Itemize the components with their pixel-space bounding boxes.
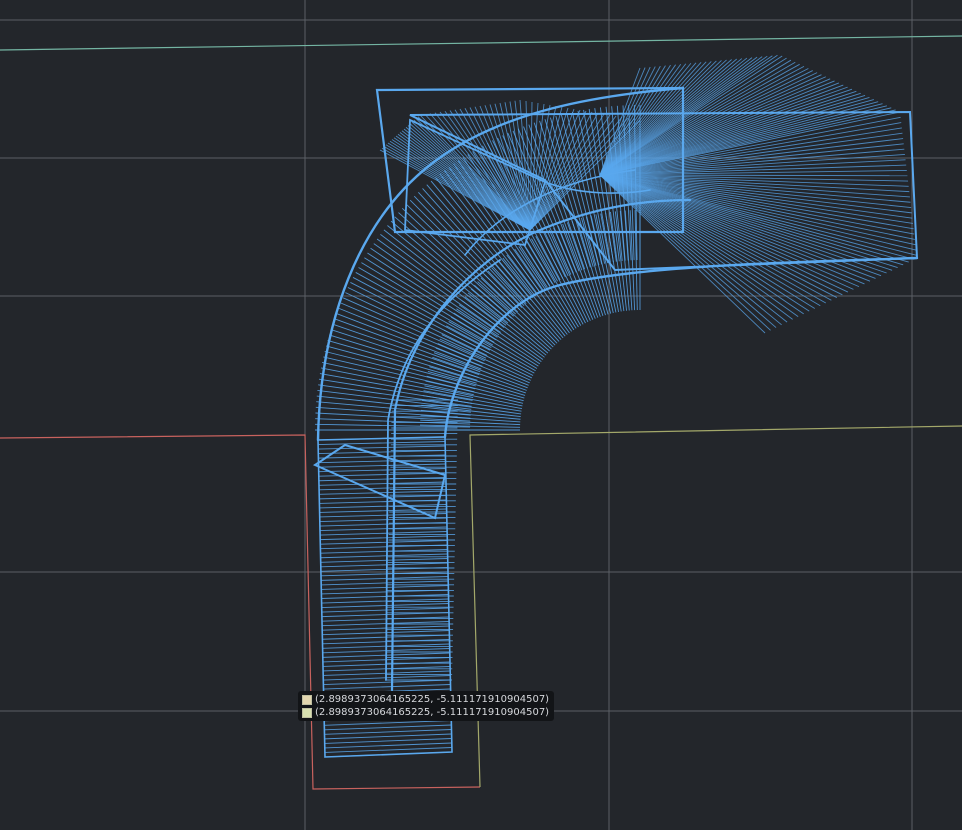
coordinate-tooltip: (2.8989373064165225, -5.111171910904507)… <box>298 691 555 721</box>
boundary-line-teal <box>0 35 962 51</box>
sweep-spoke <box>526 240 579 328</box>
series-swatch <box>302 694 312 705</box>
sweep-rung <box>323 679 451 685</box>
sweep-rung <box>319 517 447 522</box>
sweep-rung <box>324 742 452 749</box>
sweep-fan-line <box>599 174 915 260</box>
sweep-fan-line <box>599 174 832 301</box>
sweep-fan-line <box>599 174 799 318</box>
boundary-line-olive <box>469 425 962 788</box>
sweep-rung <box>324 738 452 744</box>
sweep-fan-line <box>529 109 581 231</box>
sweep-fan-right <box>599 54 917 334</box>
tooltip-row: (2.8989373064165225, -5.111171910904507) <box>302 693 549 706</box>
sweep-rung <box>323 684 451 690</box>
sweep-rung <box>320 540 448 545</box>
sweep-rung <box>324 733 452 740</box>
tooltip-row: (2.8989373064165225, -5.111171910904507) <box>302 706 549 719</box>
sweep-rung <box>320 535 448 541</box>
sweep-rung <box>320 558 448 563</box>
sweep-spoke <box>571 112 606 264</box>
tooltip-coordinate-text: (2.8989373064165225, -5.111171910904507) <box>315 694 550 705</box>
sweep-spoke <box>323 356 475 393</box>
sweep-fan-line <box>599 174 909 263</box>
sweep-rung <box>321 607 449 613</box>
sweep-rung <box>321 576 449 581</box>
sweep-rung <box>318 441 446 445</box>
sweep-rung <box>318 445 446 450</box>
sweep-spoke <box>322 361 474 396</box>
tooltip-coordinate-text: (2.8989373064165225, -5.111171910904507) <box>315 707 550 718</box>
sweep-rung <box>324 724 452 731</box>
sweep-rung <box>324 720 452 726</box>
sweep-spoke <box>450 316 538 369</box>
sweep-rung <box>318 463 446 468</box>
sweep-rung <box>321 580 449 586</box>
sweep-fan-line <box>599 174 893 271</box>
sweep-rung <box>320 562 448 568</box>
sweep-rung <box>324 729 452 735</box>
sweep-rung <box>321 585 449 590</box>
swept-path-wireframe <box>312 54 919 758</box>
sweep-rung <box>321 598 449 604</box>
sweep-rung <box>318 459 446 464</box>
sweep-rung <box>321 616 450 622</box>
sweep-rung <box>321 594 449 599</box>
series-swatch <box>302 707 312 718</box>
sweep-rung <box>324 747 452 753</box>
